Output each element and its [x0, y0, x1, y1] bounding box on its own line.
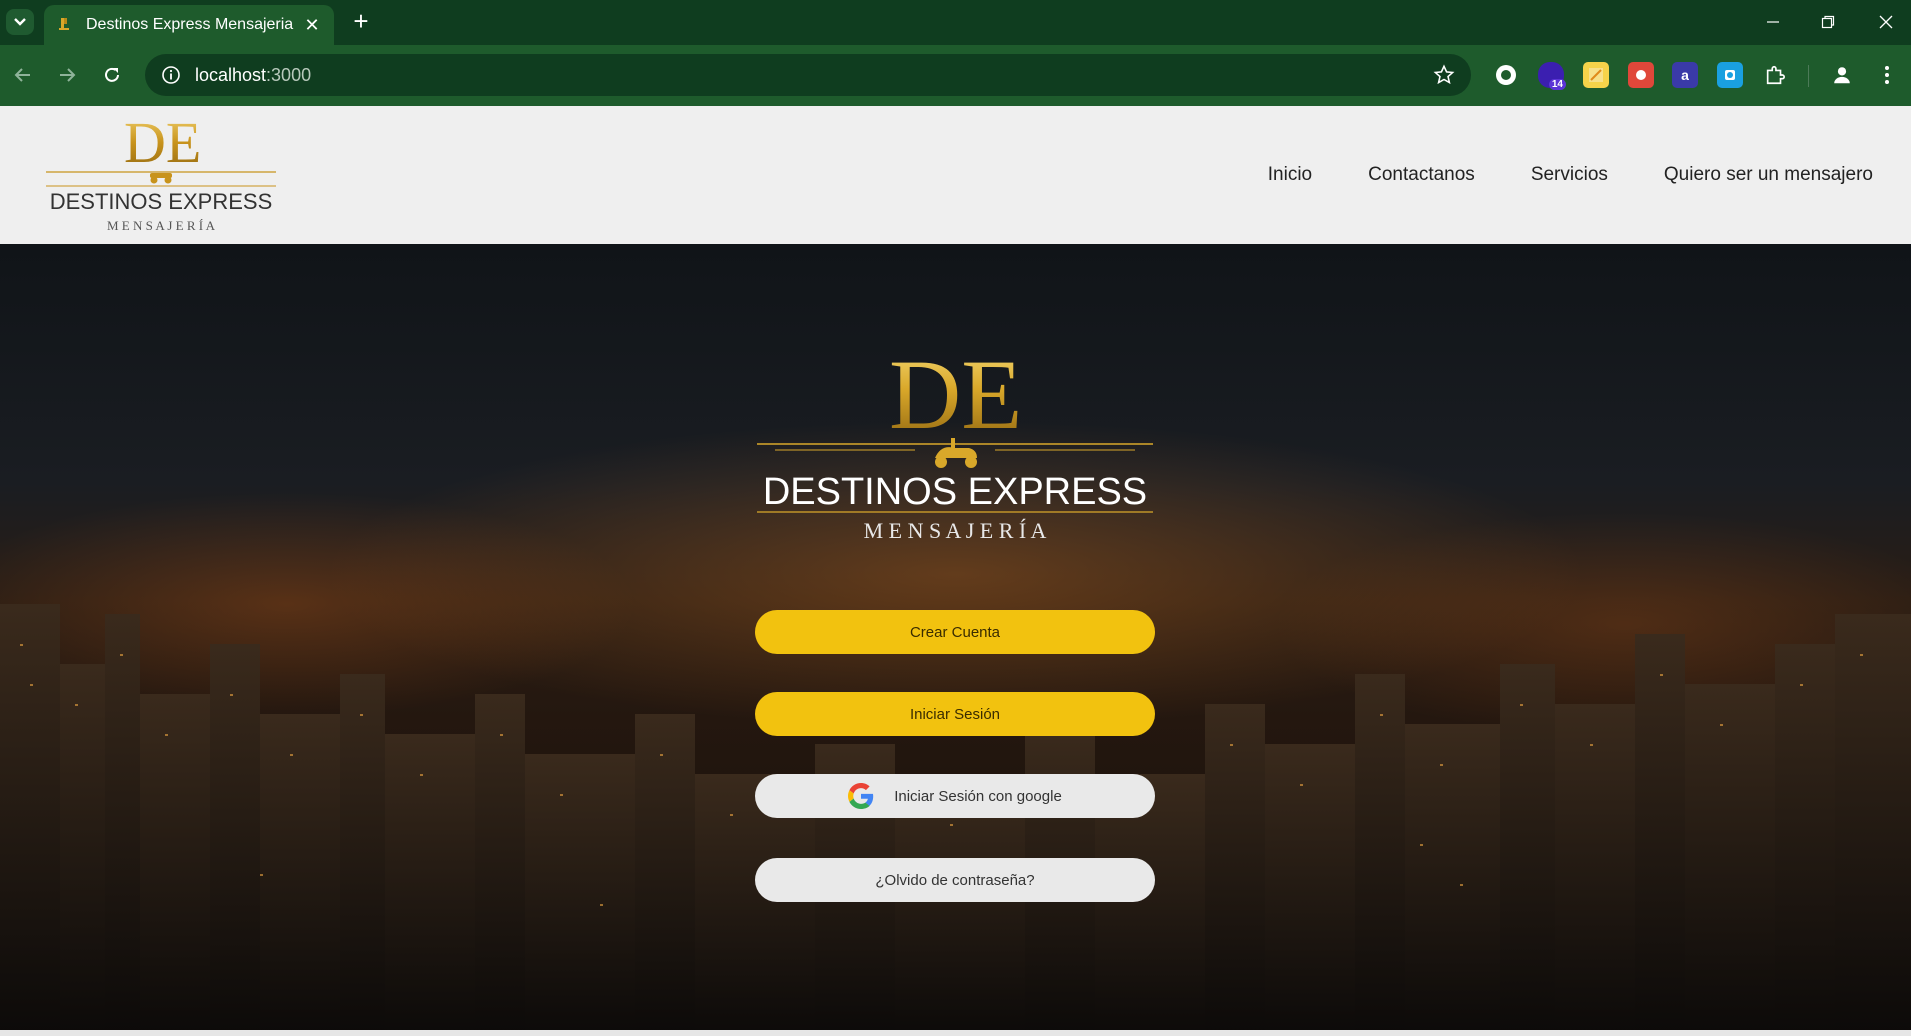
- extensions-menu-button[interactable]: [1762, 62, 1788, 88]
- hero-logo: DE DESTINOS EXPRESS M E N S A J E R Í A: [757, 344, 1153, 543]
- header-logo-tagline: M E N S A J E R Í A: [107, 218, 216, 233]
- reload-button[interactable]: [97, 60, 127, 90]
- extension-icon-4[interactable]: [1628, 62, 1654, 88]
- sign-in-button[interactable]: Iniciar Sesión: [755, 692, 1155, 736]
- google-sign-in-button[interactable]: Iniciar Sesión con google: [755, 774, 1155, 818]
- puzzle-icon: [1766, 65, 1785, 85]
- extension-icon-2[interactable]: 14: [1538, 62, 1566, 90]
- new-tab-button[interactable]: +: [348, 8, 374, 34]
- hero-logo-wordmark: DESTINOS EXPRESS: [763, 471, 1147, 513]
- header-logo-wordmark: DESTINOS EXPRESS: [50, 189, 273, 214]
- reload-icon: [105, 67, 119, 82]
- google-icon: [848, 783, 874, 809]
- address-bar[interactable]: localhost:3000: [145, 54, 1471, 96]
- notes-icon: [1589, 68, 1603, 82]
- minimize-button[interactable]: [1753, 8, 1793, 36]
- browser-toolbar: localhost:3000 14 a: [0, 45, 1911, 106]
- extension-icon-3[interactable]: [1583, 62, 1609, 88]
- url-port: :3000: [266, 64, 312, 85]
- google-sign-in-label: Iniciar Sesión con google: [894, 787, 1062, 805]
- extension-icon-5[interactable]: a: [1672, 62, 1698, 88]
- extension-icon-6[interactable]: [1717, 62, 1743, 88]
- hero-section: DE DESTINOS EXPRESS M E N S A J E R Í A …: [0, 244, 1911, 1036]
- forgot-password-button[interactable]: ¿Olvido de contraseña?: [755, 858, 1155, 902]
- close-icon: [1879, 15, 1893, 29]
- nav-quiero-ser-mensajero[interactable]: Quiero ser un mensajero: [1664, 164, 1873, 186]
- hero-logo-monogram: DE: [889, 344, 1022, 450]
- puzzle-red-icon: [1636, 70, 1646, 80]
- profile-icon: [1834, 67, 1850, 84]
- browser-menu-button[interactable]: [1874, 62, 1900, 88]
- header-logo[interactable]: DE DESTINOS EXPRESS M E N S A J E R Í A: [46, 116, 276, 236]
- site-header: DE DESTINOS EXPRESS M E N S A J E R Í A …: [0, 106, 1911, 244]
- extension-badge: 14: [1548, 79, 1566, 90]
- close-window-button[interactable]: [1866, 8, 1906, 36]
- extension-circle-icon: [1496, 65, 1516, 85]
- back-arrow-icon: [14, 68, 30, 82]
- extension-square-icon: [1725, 70, 1735, 80]
- url-text: localhost:3000: [195, 65, 1433, 86]
- minimize-icon: [1767, 21, 1779, 23]
- site-info-icon[interactable]: [161, 65, 181, 85]
- main-nav: Inicio Contactanos Servicios Quiero ser …: [1268, 106, 1873, 244]
- tab-title: Destinos Express Mensajeria: [86, 16, 294, 33]
- toolbar-divider: [1808, 65, 1809, 87]
- forward-button[interactable]: [52, 60, 82, 90]
- site-favicon-icon: [59, 18, 69, 30]
- kebab-menu-icon: [1885, 66, 1889, 84]
- extension-icon-1[interactable]: [1493, 62, 1519, 88]
- active-tab[interactable]: Destinos Express Mensajeria ✕: [44, 5, 334, 45]
- url-host: localhost: [195, 64, 267, 85]
- extension-letter-icon: a: [1681, 67, 1689, 83]
- profile-button[interactable]: [1829, 62, 1855, 88]
- header-logo-monogram: DE: [124, 116, 201, 175]
- tab-close-icon[interactable]: ✕: [302, 15, 322, 36]
- create-account-button[interactable]: Crear Cuenta: [755, 610, 1155, 654]
- nav-contactanos[interactable]: Contactanos: [1368, 164, 1475, 186]
- bookmark-star-icon[interactable]: [1433, 64, 1455, 86]
- back-button[interactable]: [8, 60, 38, 90]
- page-bottom-edge: [0, 1030, 1911, 1036]
- browser-tab-strip: Destinos Express Mensajeria ✕ +: [0, 0, 1911, 45]
- restore-button[interactable]: [1808, 8, 1848, 36]
- nav-inicio[interactable]: Inicio: [1268, 164, 1312, 186]
- tab-search-button[interactable]: [6, 9, 34, 35]
- restore-icon: [1821, 15, 1835, 29]
- nav-servicios[interactable]: Servicios: [1531, 164, 1608, 186]
- chevron-down-icon: [14, 18, 26, 26]
- hero-logo-tagline: M E N S A J E R Í A: [864, 518, 1047, 543]
- forward-arrow-icon: [60, 68, 76, 82]
